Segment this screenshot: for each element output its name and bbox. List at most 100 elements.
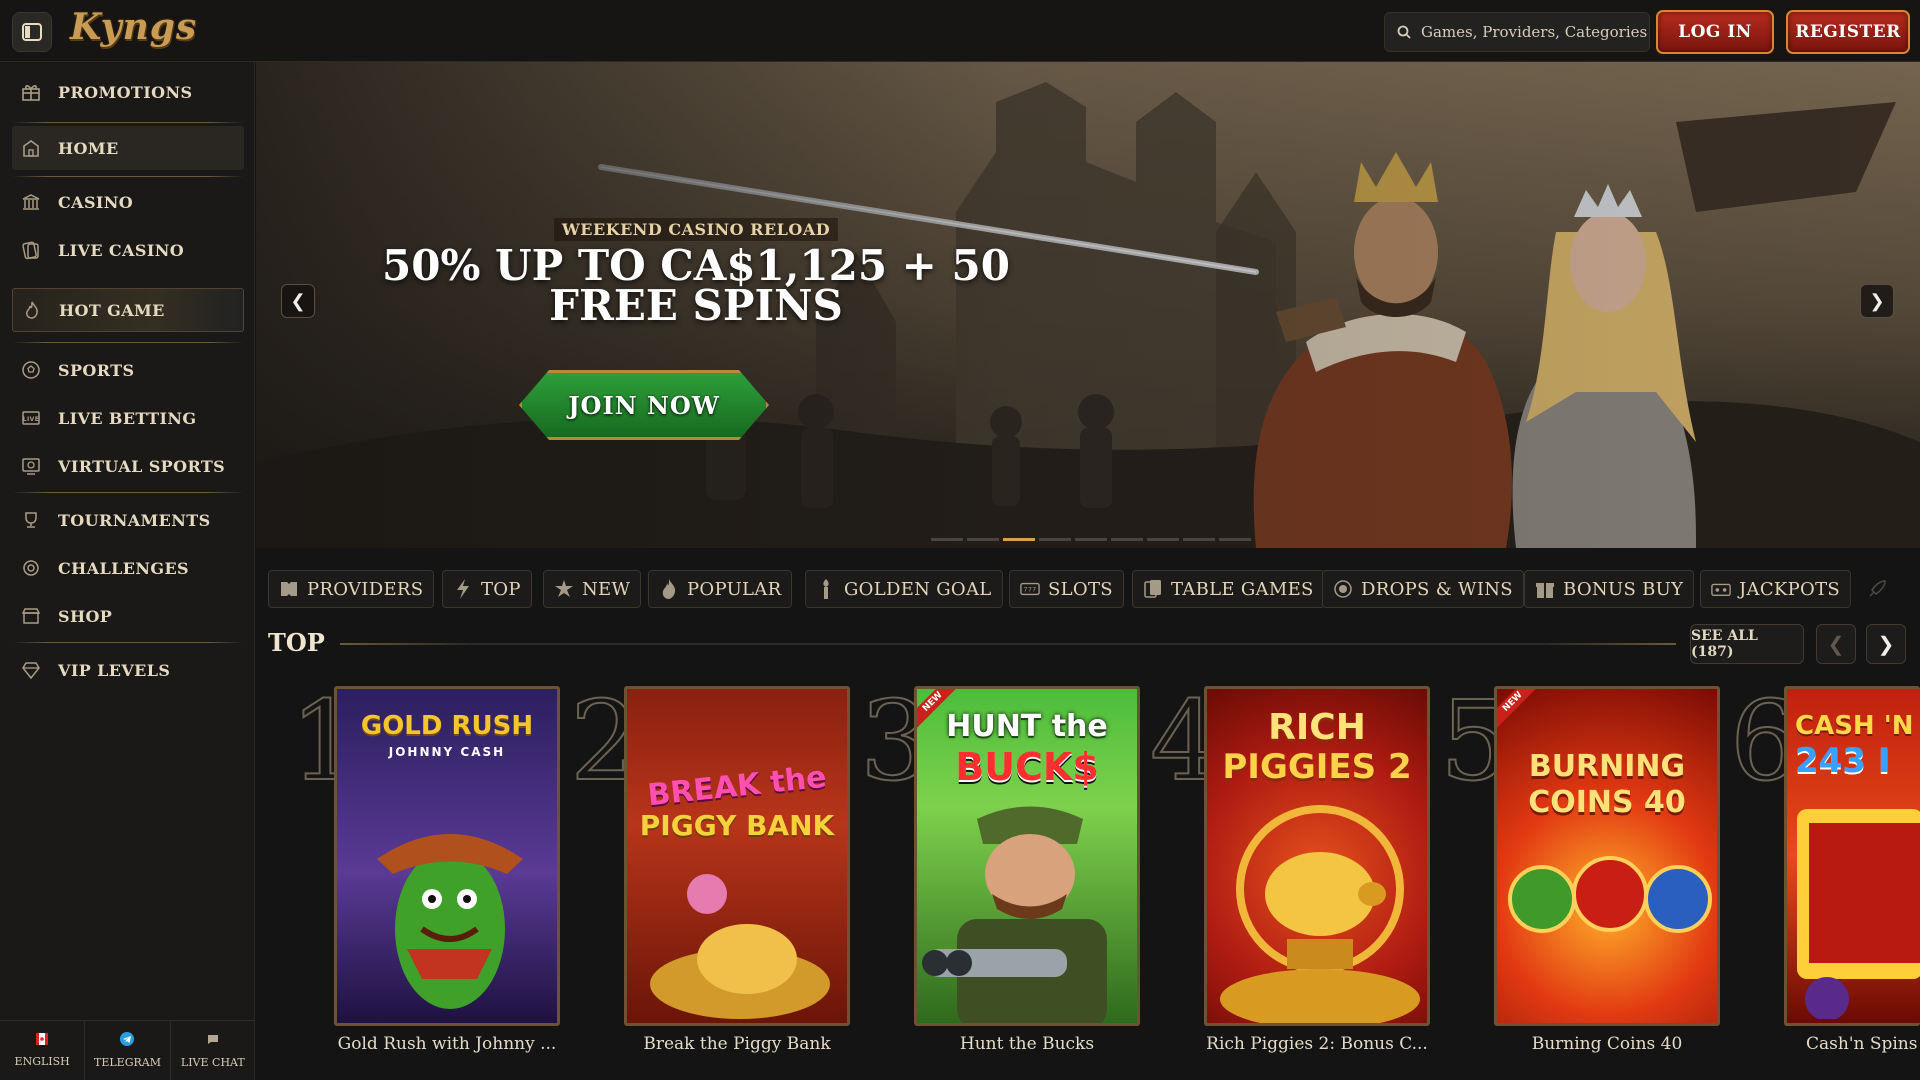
- search-icon: [1397, 25, 1411, 39]
- sidebar-item-challenges[interactable]: CHALLENGES: [12, 546, 244, 590]
- tab-slots[interactable]: 777 SLOTS: [1009, 570, 1124, 608]
- burning-coins-art: [1508, 856, 1712, 933]
- hunter-art: [922, 806, 1107, 1023]
- chevron-right-icon: ❯: [1877, 632, 1895, 656]
- sidebar-item-label: PROMOTIONS: [58, 82, 193, 102]
- tab-label: NEW: [582, 578, 631, 600]
- live-betting-icon: LIVE: [20, 407, 42, 429]
- book-icon: [279, 579, 299, 599]
- language-button[interactable]: ENGLISH: [0, 1021, 86, 1080]
- tab-providers[interactable]: PROVIDERS: [268, 570, 435, 608]
- hero-pagination-dot[interactable]: [931, 538, 963, 541]
- search-input[interactable]: Games, Providers, Categories: [1384, 12, 1650, 52]
- hero-pagination-dot[interactable]: [1219, 538, 1251, 541]
- game-logo: RICH: [1268, 707, 1366, 748]
- hero-pagination-dot[interactable]: [1003, 538, 1035, 541]
- top-bar: Kyngs Games, Providers, Categories LOG I…: [0, 0, 1920, 62]
- tab-table-games[interactable]: TABLE GAMES: [1132, 570, 1325, 608]
- game-title[interactable]: Rich Piggies 2: Bonus C...: [1204, 1034, 1430, 1054]
- game-card[interactable]: CASH 'N 243 I: [1784, 686, 1920, 1026]
- home-icon: [20, 137, 42, 159]
- carousel-prev-button[interactable]: ❮: [1816, 624, 1856, 664]
- sidebar-divider: [12, 176, 244, 177]
- telegram-button[interactable]: TELEGRAM: [85, 1021, 171, 1080]
- sidebar-item-label: SHOP: [58, 606, 113, 626]
- jackpot-icon: [1711, 579, 1731, 599]
- hero-pagination-dot[interactable]: [967, 538, 999, 541]
- sidebar-toggle-icon: [22, 23, 42, 41]
- game-logo: BURNING: [1528, 749, 1686, 784]
- golden-pig-art: [1220, 805, 1420, 1023]
- game-logo-sub: PIGGIES 2: [1222, 747, 1412, 787]
- sidebar-item-label: CHALLENGES: [58, 558, 189, 578]
- sidebar-toggle-button[interactable]: [12, 12, 52, 52]
- sidebar-item-label: LIVE CASINO: [58, 240, 185, 260]
- hero-prev-button[interactable]: ❮: [281, 284, 315, 318]
- hero-subtitle: WEEKEND CASINO RELOAD: [506, 218, 886, 241]
- sidebar-item-label: TOURNAMENTS: [58, 510, 211, 530]
- game-title[interactable]: Gold Rush with Johnny ...: [334, 1034, 560, 1054]
- sidebar-divider: [12, 342, 244, 343]
- game-logo-sub: BUCK$: [955, 745, 1099, 789]
- carousel-next-button[interactable]: ❯: [1866, 624, 1906, 664]
- sidebar-item-virtual-sports[interactable]: VIRTUAL SPORTS: [12, 444, 244, 488]
- sidebar-item-label: VIP LEVELS: [58, 660, 171, 680]
- hero-pagination-dot[interactable]: [1039, 538, 1071, 541]
- chevron-left-icon: ❮: [1827, 632, 1845, 656]
- tab-label: TOP: [481, 578, 521, 600]
- game-card[interactable]: BREAK the PIGGY BANK: [624, 686, 850, 1026]
- tab-jackpots[interactable]: JACKPOTS: [1700, 570, 1852, 608]
- sidebar-item-sports[interactable]: SPORTS: [12, 348, 244, 392]
- tab-popular[interactable]: POPULAR: [648, 570, 793, 608]
- sidebar-item-live-betting[interactable]: LIVE LIVE BETTING: [12, 396, 244, 440]
- torch-icon: [816, 579, 836, 599]
- game-card[interactable]: RICH PIGGIES 2: [1204, 686, 1430, 1026]
- sidebar-item-label: HOME: [58, 138, 119, 158]
- game-card[interactable]: NEW HUNT the BUCK$: [914, 686, 1140, 1026]
- tab-label: PROVIDERS: [307, 578, 424, 600]
- see-all-button[interactable]: SEE ALL (187): [1690, 624, 1804, 664]
- game-title[interactable]: Break the Piggy Bank: [624, 1034, 850, 1054]
- hero-pagination-dot[interactable]: [1147, 538, 1179, 541]
- game-title[interactable]: Burning Coins 40: [1494, 1034, 1720, 1054]
- tab-golden-goal[interactable]: GOLDEN GOAL: [805, 570, 1003, 608]
- sidebar-item-home[interactable]: HOME: [12, 126, 244, 170]
- tab-top[interactable]: TOP: [442, 570, 532, 608]
- site-logo[interactable]: Kyngs: [70, 6, 197, 48]
- sidebar-divider: [12, 122, 244, 123]
- game-logo-sub: JOHNNY CASH: [388, 745, 506, 759]
- sidebar-item-casino[interactable]: CASINO: [12, 180, 244, 224]
- sidebar-item-hot-game[interactable]: HOT GAME: [12, 288, 244, 332]
- join-now-button[interactable]: JOIN NOW: [519, 370, 769, 440]
- hero-pagination-dot[interactable]: [1075, 538, 1107, 541]
- tab-label: JACKPOTS: [1739, 578, 1841, 600]
- chevron-right-icon: ❯: [1869, 290, 1885, 312]
- tab-new[interactable]: NEW: [543, 570, 642, 608]
- tab-drops-wins[interactable]: DROPS & WINS: [1322, 570, 1524, 608]
- svg-text:LIVE: LIVE: [23, 416, 39, 423]
- sidebar-item-label: VIRTUAL SPORTS: [58, 456, 226, 476]
- register-button[interactable]: REGISTER: [1786, 10, 1910, 54]
- game-card[interactable]: GOLD RUSH JOHNNY CASH: [334, 686, 560, 1026]
- hero-next-button[interactable]: ❯: [1860, 284, 1894, 318]
- game-card[interactable]: NEW BURNING COINS 40: [1494, 686, 1720, 1026]
- sidebar-item-vip-levels[interactable]: VIP LEVELS: [12, 648, 244, 692]
- live-chat-button[interactable]: LIVE CHAT: [171, 1021, 255, 1080]
- flag-icon: [36, 1033, 49, 1048]
- hero-pagination-dot[interactable]: [1183, 538, 1215, 541]
- drops-icon: [1333, 579, 1353, 599]
- sidebar-item-live-casino[interactable]: LIVE CASINO: [12, 228, 244, 272]
- hero-pagination-dot[interactable]: [1111, 538, 1143, 541]
- tabs-more-fade[interactable]: [1856, 570, 1900, 608]
- game-title[interactable]: Cash'n Spins: [1784, 1034, 1920, 1054]
- game-logo: HUNT the: [946, 709, 1108, 744]
- sidebar-item-promotions[interactable]: PROMOTIONS: [12, 70, 244, 114]
- sidebar-item-shop[interactable]: SHOP: [12, 594, 244, 638]
- sidebar-item-tournaments[interactable]: TOURNAMENTS: [12, 498, 244, 542]
- game-logo: BREAK the: [645, 759, 829, 814]
- hero-banner[interactable]: WEEKEND CASINO RELOAD 50% UP TO CA$1,125…: [256, 62, 1920, 548]
- tab-bonus-buy[interactable]: BONUS BUY: [1524, 570, 1695, 608]
- tab-label: GOLDEN GOAL: [844, 578, 992, 600]
- game-title[interactable]: Hunt the Bucks: [914, 1034, 1140, 1054]
- login-button[interactable]: LOG IN: [1656, 10, 1774, 54]
